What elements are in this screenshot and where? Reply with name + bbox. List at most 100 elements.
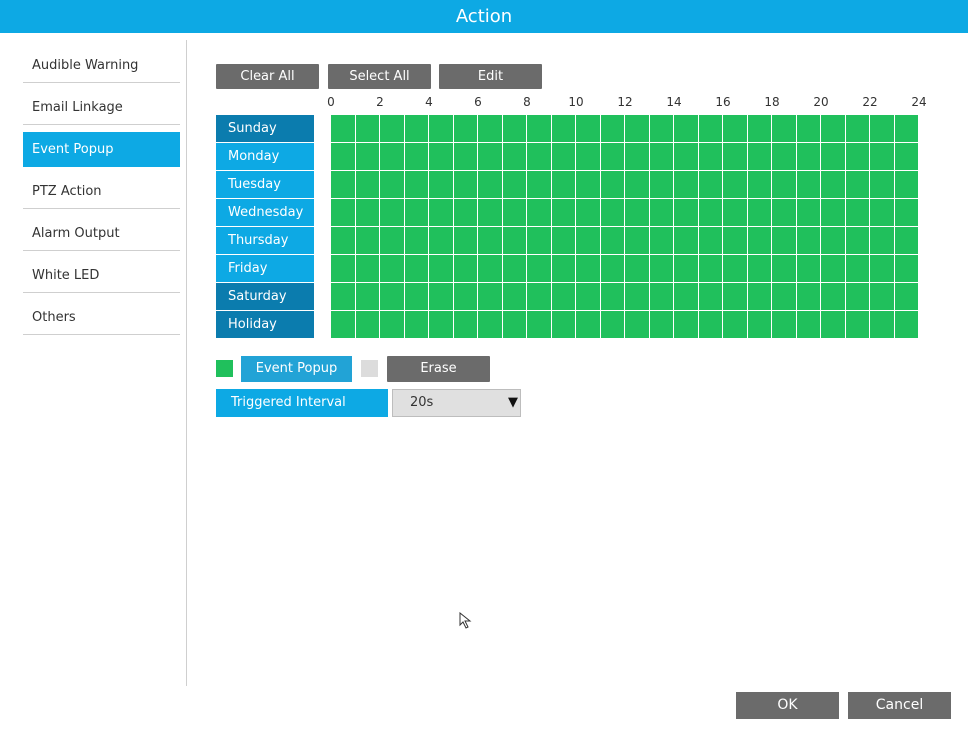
schedule-cell[interactable] (894, 199, 919, 227)
schedule-cell[interactable] (453, 311, 478, 339)
sidebar-item-alarm-output[interactable]: Alarm Output (23, 216, 180, 251)
schedule-cell[interactable] (821, 199, 846, 227)
schedule-cell[interactable] (796, 171, 821, 199)
schedule-cell[interactable] (723, 199, 748, 227)
schedule-cell[interactable] (796, 199, 821, 227)
schedule-cell[interactable] (894, 171, 919, 199)
schedule-cell[interactable] (551, 115, 576, 143)
schedule-cell[interactable] (576, 311, 601, 339)
schedule-cell[interactable] (772, 227, 797, 255)
schedule-cell[interactable] (331, 171, 356, 199)
schedule-cell[interactable] (502, 143, 527, 171)
schedule-cell[interactable] (698, 227, 723, 255)
schedule-cell[interactable] (502, 227, 527, 255)
schedule-cell[interactable] (674, 283, 699, 311)
schedule-cell[interactable] (723, 311, 748, 339)
schedule-cell[interactable] (821, 143, 846, 171)
schedule-cell[interactable] (404, 199, 429, 227)
schedule-cell[interactable] (404, 311, 429, 339)
schedule-cell[interactable] (551, 227, 576, 255)
schedule-cell[interactable] (796, 143, 821, 171)
schedule-cell[interactable] (870, 115, 895, 143)
event-popup-button[interactable]: Event Popup (241, 356, 352, 382)
schedule-cell[interactable] (674, 255, 699, 283)
schedule-cell[interactable] (894, 143, 919, 171)
schedule-cell[interactable] (404, 227, 429, 255)
schedule-cell[interactable] (551, 171, 576, 199)
schedule-cell[interactable] (380, 255, 405, 283)
schedule-cell[interactable] (355, 311, 380, 339)
schedule-cell[interactable] (429, 227, 454, 255)
schedule-cell[interactable] (576, 115, 601, 143)
schedule-cell[interactable] (404, 115, 429, 143)
clear-all-button[interactable]: Clear All (216, 64, 319, 89)
erase-button[interactable]: Erase (387, 356, 490, 382)
schedule-cell[interactable] (649, 227, 674, 255)
schedule-grid[interactable] (331, 115, 919, 339)
schedule-cell[interactable] (600, 255, 625, 283)
schedule-cell[interactable] (576, 227, 601, 255)
schedule-cell[interactable] (478, 143, 503, 171)
schedule-cell[interactable] (723, 171, 748, 199)
schedule-cell[interactable] (429, 115, 454, 143)
schedule-cell[interactable] (404, 255, 429, 283)
schedule-cell[interactable] (649, 283, 674, 311)
schedule-cell[interactable] (527, 227, 552, 255)
schedule-cell[interactable] (894, 227, 919, 255)
day-label-friday[interactable]: Friday (216, 255, 314, 282)
schedule-cell[interactable] (453, 171, 478, 199)
schedule-cell[interactable] (600, 283, 625, 311)
schedule-cell[interactable] (478, 283, 503, 311)
schedule-cell[interactable] (772, 115, 797, 143)
schedule-cell[interactable] (355, 283, 380, 311)
schedule-cell[interactable] (527, 171, 552, 199)
schedule-cell[interactable] (698, 199, 723, 227)
schedule-cell[interactable] (845, 255, 870, 283)
schedule-cell[interactable] (576, 255, 601, 283)
schedule-cell[interactable] (625, 199, 650, 227)
schedule-cell[interactable] (380, 171, 405, 199)
schedule-cell[interactable] (845, 283, 870, 311)
schedule-cell[interactable] (772, 311, 797, 339)
sidebar-item-audible-warning[interactable]: Audible Warning (23, 48, 180, 83)
schedule-cell[interactable] (674, 227, 699, 255)
schedule-cell[interactable] (796, 115, 821, 143)
schedule-cell[interactable] (698, 143, 723, 171)
schedule-cell[interactable] (600, 115, 625, 143)
schedule-cell[interactable] (600, 171, 625, 199)
schedule-cell[interactable] (723, 143, 748, 171)
schedule-cell[interactable] (527, 311, 552, 339)
schedule-cell[interactable] (453, 283, 478, 311)
schedule-cell[interactable] (625, 143, 650, 171)
schedule-cell[interactable] (747, 255, 772, 283)
schedule-cell[interactable] (747, 227, 772, 255)
schedule-cell[interactable] (502, 115, 527, 143)
schedule-cell[interactable] (870, 283, 895, 311)
schedule-cell[interactable] (429, 171, 454, 199)
schedule-cell[interactable] (649, 115, 674, 143)
schedule-cell[interactable] (600, 311, 625, 339)
schedule-cell[interactable] (380, 199, 405, 227)
sidebar-item-others[interactable]: Others (23, 300, 180, 335)
schedule-cell[interactable] (380, 283, 405, 311)
schedule-cell[interactable] (894, 255, 919, 283)
cancel-button[interactable]: Cancel (848, 692, 951, 719)
triggered-interval-select[interactable]: 20s ▼ (392, 389, 521, 417)
schedule-cell[interactable] (698, 283, 723, 311)
schedule-cell[interactable] (502, 311, 527, 339)
schedule-cell[interactable] (625, 115, 650, 143)
schedule-cell[interactable] (551, 199, 576, 227)
schedule-cell[interactable] (625, 283, 650, 311)
schedule-cell[interactable] (747, 283, 772, 311)
schedule-cell[interactable] (845, 143, 870, 171)
schedule-cell[interactable] (821, 115, 846, 143)
schedule-cell[interactable] (600, 199, 625, 227)
schedule-cell[interactable] (698, 115, 723, 143)
schedule-cell[interactable] (747, 199, 772, 227)
schedule-cell[interactable] (625, 255, 650, 283)
schedule-cell[interactable] (453, 115, 478, 143)
schedule-cell[interactable] (355, 171, 380, 199)
schedule-cell[interactable] (355, 143, 380, 171)
schedule-cell[interactable] (845, 227, 870, 255)
schedule-cell[interactable] (772, 171, 797, 199)
